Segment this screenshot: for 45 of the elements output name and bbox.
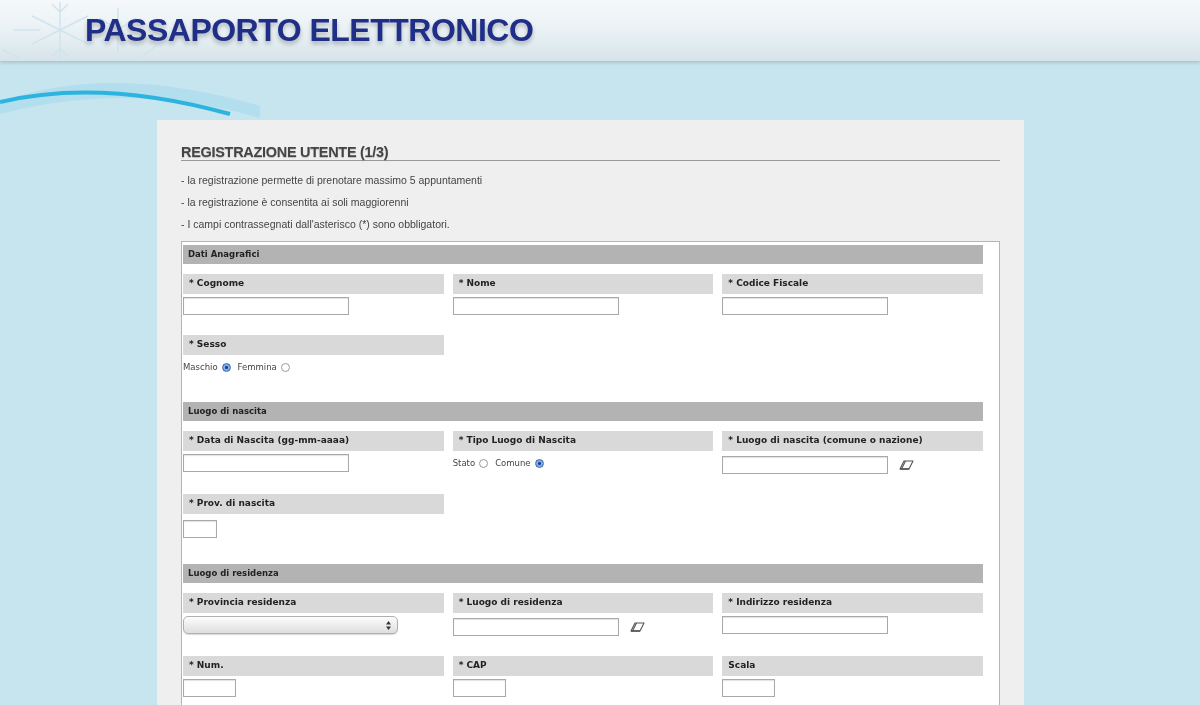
eraser-icon[interactable] (629, 622, 645, 632)
text-field[interactable] (722, 679, 776, 697)
field-label: * Luogo di nascita (comune o nazione) (722, 431, 983, 451)
radio-label: Stato (452, 456, 476, 470)
text-field[interactable] (183, 679, 236, 697)
radio-button[interactable] (479, 458, 489, 468)
text-field[interactable] (183, 297, 349, 315)
field-label: * Tipo Luogo di Nascita (452, 431, 714, 451)
field-label: * Cognome (183, 274, 444, 294)
field-label: * Luogo di residenza (452, 593, 714, 613)
updown-arrow-icon (386, 620, 391, 630)
field-label: * Sesso (183, 335, 444, 355)
radio-button[interactable] (221, 362, 231, 372)
note-text: - la registrazione permette di prenotare massimo 5 appuntamenti (181, 173, 483, 187)
radio-label: Maschio (183, 360, 218, 374)
text-field[interactable] (722, 456, 889, 474)
text-field[interactable] (183, 520, 217, 538)
page-title: PASSAPORTO ELETTRONICO (85, 12, 534, 48)
text-field[interactable] (722, 297, 889, 315)
eraser-icon[interactable] (899, 460, 915, 470)
radio-label: Comune (495, 456, 531, 470)
field-label: Scala (722, 656, 983, 676)
radio-button[interactable] (280, 362, 290, 372)
text-field[interactable] (452, 297, 619, 315)
field-label: * CAP (452, 656, 714, 676)
field-label: * Data di Nascita (gg-mm-aaaa) (183, 431, 444, 451)
section-header: Luogo di nascita (183, 402, 983, 421)
field-label: * Nome (452, 274, 714, 294)
text-field[interactable] (452, 679, 506, 697)
section-header: Luogo di residenza (183, 564, 983, 583)
province-select[interactable] (183, 616, 398, 634)
registration-title: REGISTRAZIONE UTENTE (1/3) (181, 145, 389, 160)
radio-label: Femmina (237, 360, 277, 374)
field-label: * Provincia residenza (183, 593, 444, 613)
note-text: - la registrazione è consentita ai soli maggiorenni (181, 195, 409, 209)
field-label: * Prov. di nascita (183, 494, 444, 514)
field-label: * Codice Fiscale (722, 274, 983, 294)
field-label: * Indirizzo residenza (722, 593, 983, 613)
section-header: Dati Anagrafici (183, 245, 983, 264)
field-label: * Num. (183, 656, 444, 676)
note-text: - I campi contrassegnati dall'asterisco (*) sono obbligatori. (181, 217, 450, 231)
text-field[interactable] (722, 616, 889, 634)
radio-button[interactable] (534, 458, 544, 468)
text-field[interactable] (183, 454, 349, 472)
text-field[interactable] (452, 618, 619, 636)
